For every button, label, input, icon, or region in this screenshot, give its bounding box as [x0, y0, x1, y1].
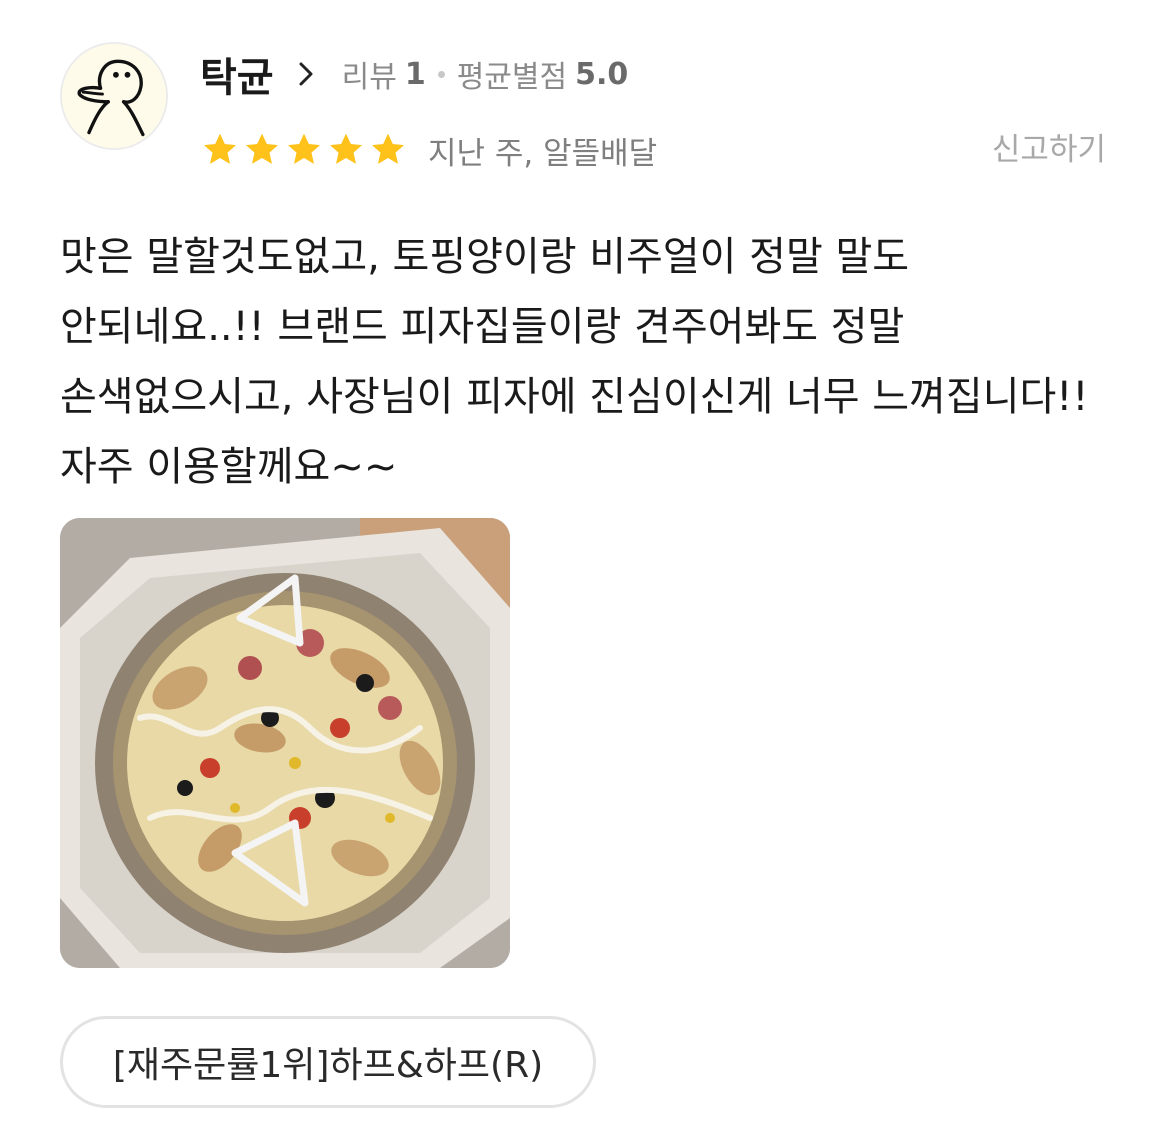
reviewer-avatar[interactable] [60, 42, 168, 150]
average-rating: 평균별점 5.0 [457, 52, 629, 96]
pizza-photo-icon [60, 518, 510, 968]
star-icon [200, 130, 240, 170]
rating-row: 지난 주, 알뜰배달 [200, 128, 657, 172]
star-icon [242, 130, 282, 170]
review-count: 리뷰 1 [342, 52, 426, 96]
report-button[interactable]: 신고하기 [992, 128, 1106, 172]
separator-dot [437, 70, 445, 78]
review-count-value: 1 [404, 56, 426, 92]
review-count-label: 리뷰 [341, 60, 397, 95]
review-body: 맛은 말할것도없고, 토핑양이랑 비주얼이 정말 말도 안되네요..!! 브랜드… [60, 234, 1089, 490]
ordered-menu-chip[interactable]: [재주문률1위]하프&하프(R) [60, 1016, 596, 1108]
star-icon [284, 130, 324, 170]
average-rating-value: 5.0 [575, 56, 629, 92]
reviewer-name[interactable]: 탁균 [200, 45, 274, 103]
review-photo[interactable] [60, 518, 510, 968]
star-icon [368, 130, 408, 170]
average-rating-label: 평균별점 [456, 60, 568, 95]
chevron-right-icon[interactable] [292, 60, 320, 88]
review-date-delivery: 지난 주, 알뜰배달 [428, 135, 658, 172]
star-icon [326, 130, 366, 170]
star-rating [200, 130, 408, 170]
reviewer-header: 탁균 리뷰 1 평균별점 5.0 [200, 46, 628, 102]
duck-doodle-avatar-icon [62, 44, 166, 148]
